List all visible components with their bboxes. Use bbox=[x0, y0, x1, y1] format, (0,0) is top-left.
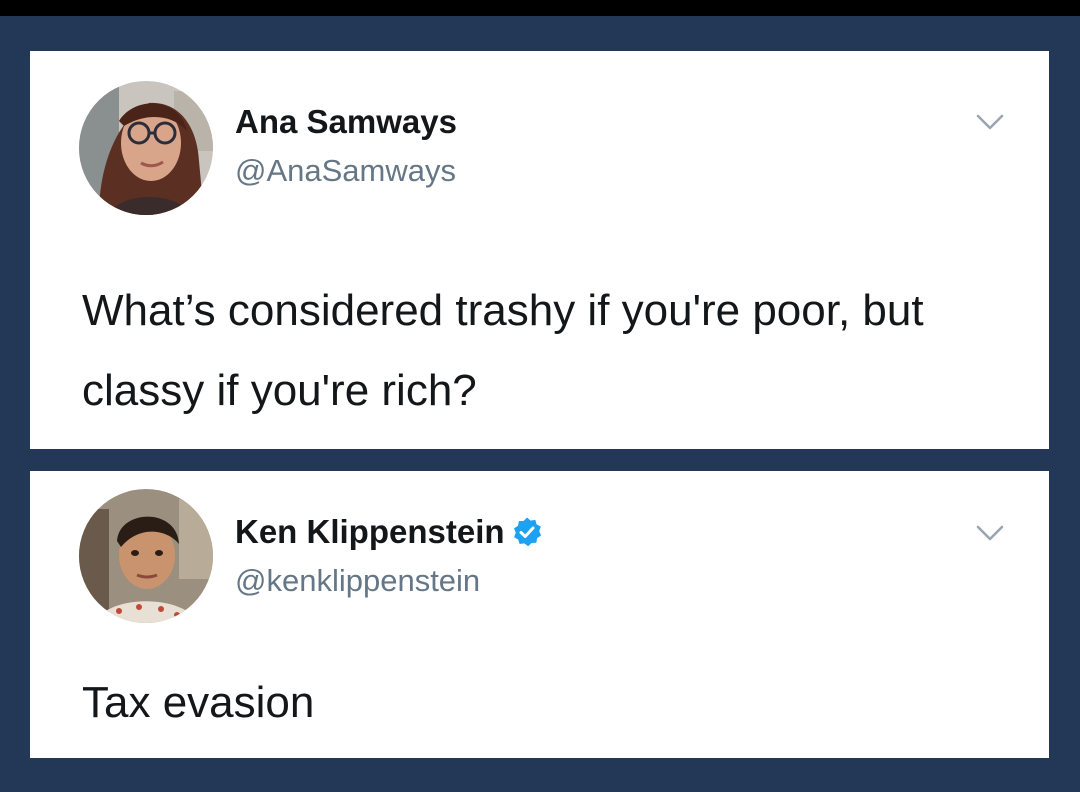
display-name[interactable]: Ken Klippenstein bbox=[235, 513, 543, 551]
avatar[interactable] bbox=[79, 489, 213, 623]
avatar[interactable] bbox=[79, 81, 213, 215]
handle[interactable]: @AnaSamways bbox=[235, 153, 456, 189]
tweet-card[interactable]: Ana Samways @AnaSamways What’s considere… bbox=[30, 51, 1049, 449]
chevron-down-icon[interactable] bbox=[976, 113, 1004, 131]
top-bar bbox=[0, 0, 1080, 16]
profile-photo-ken bbox=[79, 489, 213, 623]
profile-photo-ana bbox=[79, 81, 213, 215]
chevron-down-icon[interactable] bbox=[976, 524, 1004, 542]
display-name[interactable]: Ana Samways bbox=[235, 103, 457, 141]
display-name-text: Ana Samways bbox=[235, 103, 457, 140]
display-name-text: Ken Klippenstein bbox=[235, 513, 505, 550]
tweet-text: Tax evasion bbox=[82, 678, 315, 727]
verified-badge-icon bbox=[511, 516, 543, 548]
handle[interactable]: @kenklippenstein bbox=[235, 563, 480, 599]
tweet-text: What’s considered trashy if you're poor,… bbox=[82, 286, 924, 415]
tweet-card[interactable]: Ken Klippenstein @kenklippenstein Tax ev… bbox=[30, 471, 1049, 758]
